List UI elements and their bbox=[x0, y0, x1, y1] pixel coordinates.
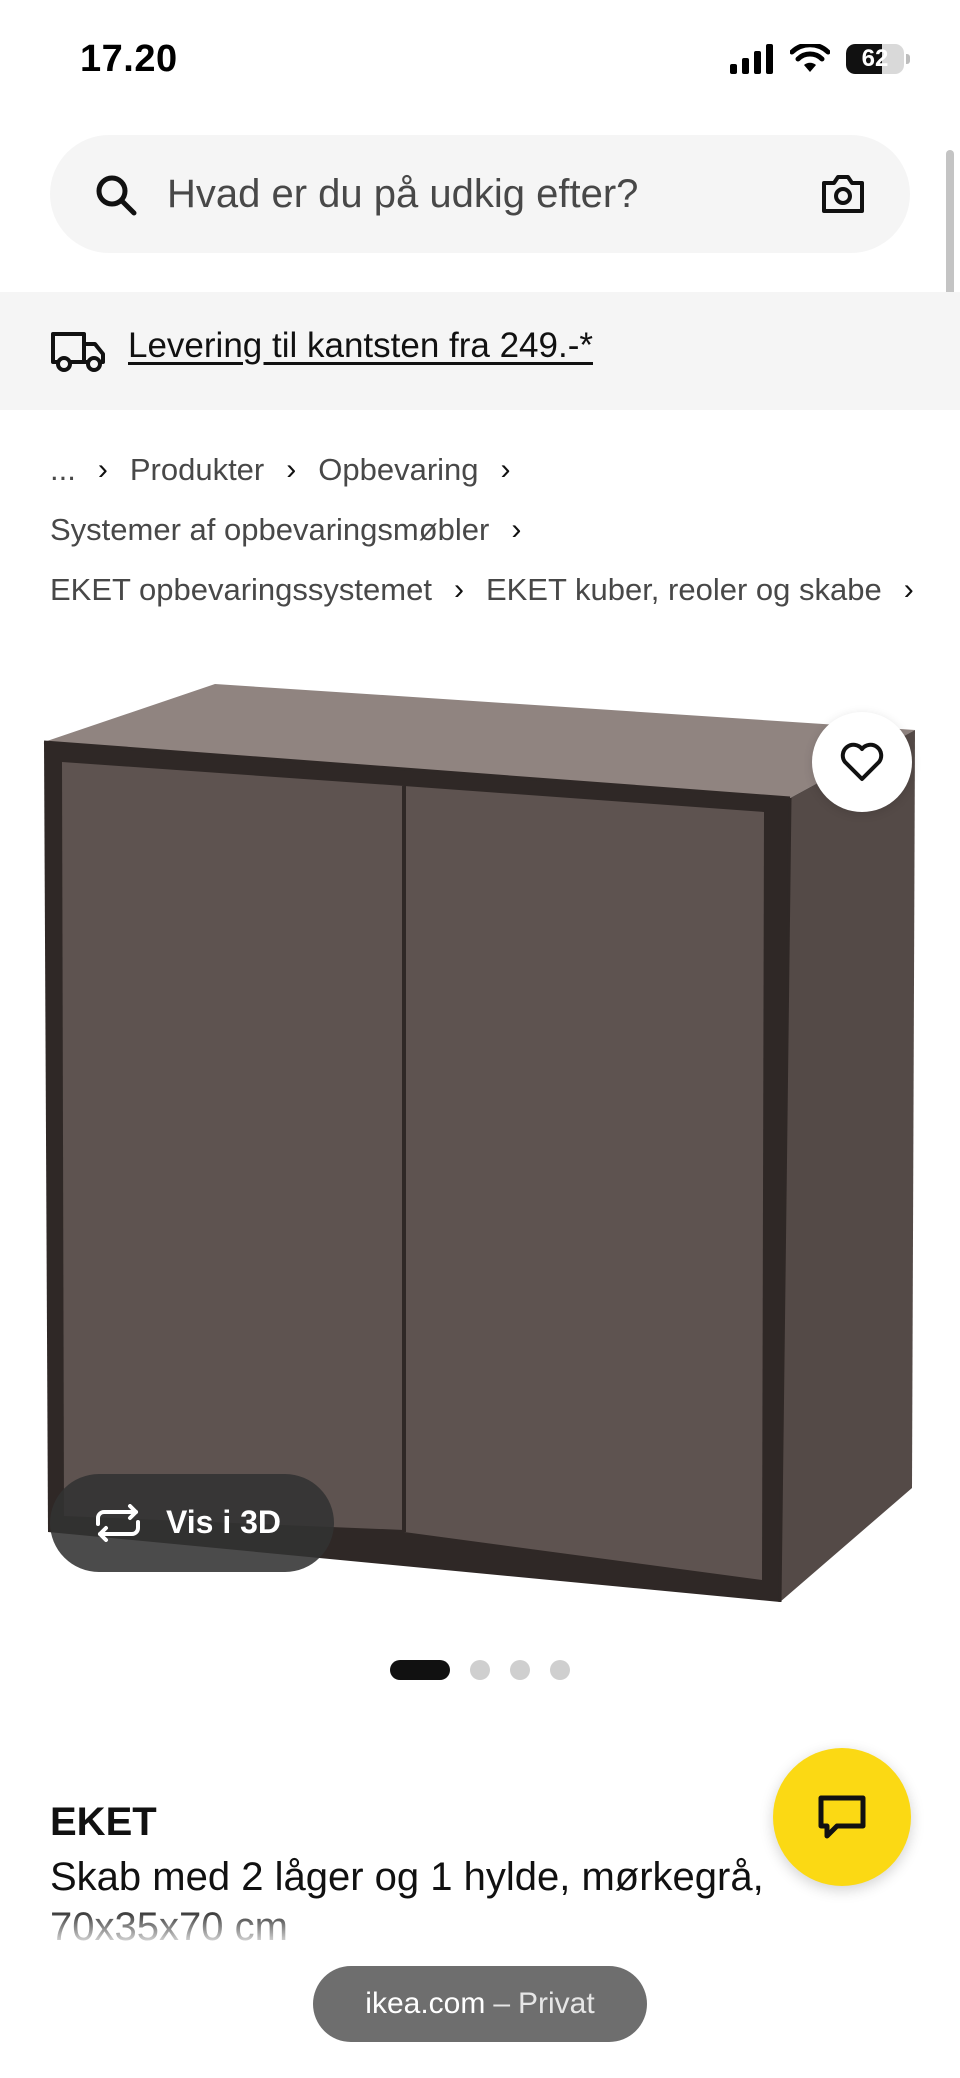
status-icons: 62 bbox=[730, 44, 910, 74]
breadcrumb-link[interactable]: Systemer af opbevaringsmøbler bbox=[50, 500, 489, 560]
wifi-icon bbox=[790, 44, 830, 72]
breadcrumb-link[interactable]: Produkter bbox=[130, 440, 264, 500]
breadcrumb-row: ... › Produkter › Opbevaring › bbox=[50, 440, 930, 500]
rotate-3d-icon bbox=[96, 1504, 140, 1542]
chat-icon bbox=[818, 1795, 866, 1839]
search-input[interactable] bbox=[167, 135, 807, 253]
content-fade bbox=[0, 1905, 960, 1945]
carousel-dot-active[interactable] bbox=[390, 1660, 450, 1680]
breadcrumb-chevron-icon: › bbox=[500, 453, 511, 486]
carousel-dot[interactable] bbox=[550, 1660, 570, 1680]
product-name: EKET bbox=[50, 1800, 157, 1844]
breadcrumb-link[interactable]: ... bbox=[50, 440, 76, 500]
cellular-signal-icon bbox=[730, 44, 773, 74]
breadcrumb-chevron-icon: › bbox=[453, 573, 464, 606]
cabinet-door-right bbox=[404, 786, 764, 1580]
breadcrumb-chevron-icon: › bbox=[903, 573, 914, 606]
delivery-banner: Levering til kantsten fra 249.-* bbox=[0, 292, 960, 410]
chat-button[interactable] bbox=[773, 1748, 911, 1886]
delivery-link[interactable]: Levering til kantsten fra 249.-* bbox=[128, 326, 593, 366]
breadcrumb-chevron-icon: › bbox=[286, 453, 297, 486]
carousel-dot[interactable] bbox=[470, 1660, 490, 1680]
search-bar[interactable] bbox=[50, 135, 910, 253]
breadcrumb-link[interactable]: Opbevaring bbox=[318, 440, 478, 500]
browser-url-pill[interactable]: ikea.com – Privat bbox=[313, 1966, 647, 2042]
battery-icon: 62 bbox=[846, 44, 904, 74]
carousel-indicator bbox=[390, 1660, 570, 1680]
breadcrumb-link[interactable]: EKET kuber, reoler og skabe bbox=[486, 560, 882, 620]
browsing-mode: Privat bbox=[518, 1987, 595, 2020]
view-in-3d-button[interactable]: Vis i 3D bbox=[50, 1474, 334, 1572]
breadcrumb-row: EKET opbevaringssystemet › EKET kuber, reo… bbox=[50, 560, 930, 620]
view-in-3d-label: Vis i 3D bbox=[166, 1504, 282, 1540]
breadcrumb-chevron-icon: › bbox=[511, 513, 522, 546]
cabinet-side bbox=[780, 730, 915, 1602]
url-domain: ikea.com bbox=[365, 1987, 486, 2020]
status-time: 17.20 bbox=[80, 38, 178, 80]
favorite-button[interactable] bbox=[812, 712, 912, 812]
cabinet-door-left bbox=[62, 762, 404, 1530]
battery-level: 62 bbox=[861, 45, 889, 72]
camera-icon[interactable] bbox=[820, 173, 866, 215]
breadcrumb: ... › Produkter › Opbevaring › Systemer af opb… bbox=[50, 440, 930, 620]
carousel-dot[interactable] bbox=[510, 1660, 530, 1680]
breadcrumb-row: Systemer af opbevaringsmøbler › bbox=[50, 500, 930, 560]
status-bar: 17.20 62 bbox=[0, 0, 960, 120]
search-icon[interactable] bbox=[94, 173, 138, 217]
heart-icon bbox=[840, 742, 884, 781]
breadcrumb-link[interactable]: EKET opbevaringssystemet bbox=[50, 560, 432, 620]
truck-icon bbox=[51, 332, 105, 372]
url-separator: – bbox=[493, 1987, 511, 2020]
breadcrumb-chevron-icon: › bbox=[97, 453, 108, 486]
